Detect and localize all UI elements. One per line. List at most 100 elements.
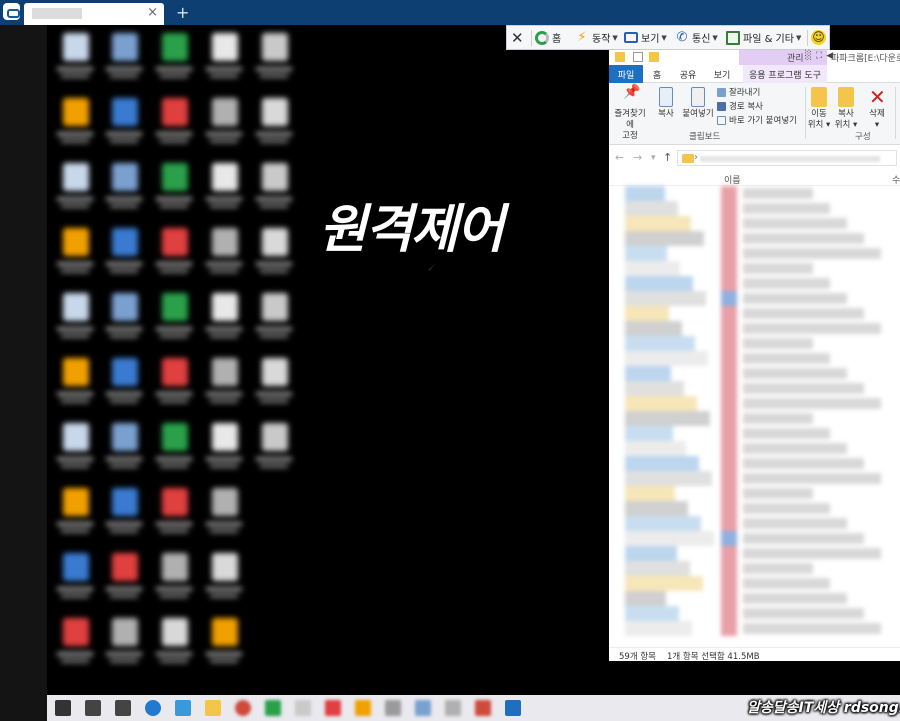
nav-item-blurred[interactable]: [625, 501, 688, 516]
nav-item-blurred[interactable]: [625, 336, 695, 351]
paste-shortcut-button[interactable]: 바로 가기 붙여넣기: [717, 114, 797, 126]
file-row-blurred[interactable]: [743, 203, 830, 214]
column-header-size[interactable]: 수: [892, 173, 900, 186]
toolbar-view-button[interactable]: 보기 ▼: [624, 26, 667, 49]
file-row-blurred[interactable]: [743, 353, 830, 364]
file-row-blurred[interactable]: [743, 473, 881, 484]
nav-item-blurred[interactable]: [625, 426, 673, 441]
desktop-icon[interactable]: [104, 356, 144, 408]
desktop-icon[interactable]: [154, 226, 194, 278]
file-row-blurred[interactable]: [743, 338, 813, 349]
nav-item-blurred[interactable]: [625, 591, 666, 606]
file-row-blurred[interactable]: [743, 218, 847, 229]
up-arrow-icon[interactable]: ↑: [663, 151, 672, 164]
app-icon[interactable]: [355, 700, 371, 716]
column-header-name[interactable]: 이름: [724, 173, 741, 186]
app-icon[interactable]: [415, 700, 431, 716]
toolbar-files-button[interactable]: 파일 & 기타 ▼: [726, 26, 801, 49]
nav-item-blurred[interactable]: [625, 576, 703, 591]
desktop-icon[interactable]: [104, 226, 144, 278]
file-row-blurred[interactable]: [743, 428, 830, 439]
folder-icon[interactable]: [615, 52, 625, 62]
paste-button[interactable]: 붙여넣기: [681, 87, 715, 120]
nav-item-blurred[interactable]: [625, 351, 708, 366]
app-icon[interactable]: [265, 700, 281, 716]
desktop-icon[interactable]: [55, 486, 95, 538]
toolbar-home-button[interactable]: 홈: [535, 26, 561, 49]
desktop-icon[interactable]: [55, 161, 95, 213]
close-session-button[interactable]: ✕: [511, 26, 524, 49]
move-to-button[interactable]: 이동 위치 ▾: [807, 87, 831, 131]
desktop-icon[interactable]: [104, 96, 144, 148]
nav-item-blurred[interactable]: [625, 381, 684, 396]
close-icon[interactable]: ×: [147, 5, 158, 20]
desktop-icon[interactable]: [204, 421, 244, 473]
desktop-icon[interactable]: [254, 96, 294, 148]
file-row-blurred[interactable]: [743, 278, 830, 289]
nav-item-blurred[interactable]: [625, 366, 671, 381]
nav-item-blurred[interactable]: [625, 411, 710, 426]
desktop-icon[interactable]: [254, 161, 294, 213]
desktop-icon[interactable]: [254, 421, 294, 473]
desktop-icon[interactable]: [254, 226, 294, 278]
desktop-icon[interactable]: [204, 291, 244, 343]
desktop-icon[interactable]: [55, 31, 95, 83]
desktop-icon[interactable]: [154, 31, 194, 83]
file-row-blurred[interactable]: [743, 248, 881, 259]
desktop-icon[interactable]: [204, 96, 244, 148]
nav-item-blurred[interactable]: [625, 531, 714, 546]
edge-icon[interactable]: [145, 700, 161, 716]
teamviewer-icon[interactable]: [505, 700, 521, 716]
desktop-icon[interactable]: [104, 486, 144, 538]
copy-button[interactable]: 복사: [655, 87, 677, 120]
address-bar[interactable]: ›: [677, 150, 897, 166]
delete-button[interactable]: ✕ 삭제 ▾: [865, 87, 889, 131]
nav-item-blurred[interactable]: [625, 186, 665, 201]
task-view-icon[interactable]: [115, 700, 131, 716]
recent-chevron-icon[interactable]: ▾: [651, 153, 656, 163]
nav-item-blurred[interactable]: [625, 516, 701, 531]
desktop-icon[interactable]: [254, 291, 294, 343]
file-row-blurred[interactable]: [743, 458, 864, 469]
desktop-icon[interactable]: [104, 551, 144, 603]
ie-icon[interactable]: [175, 700, 191, 716]
feedback-button[interactable]: ☺: [811, 26, 826, 49]
copy-to-button[interactable]: 복사 위치 ▾: [834, 87, 858, 131]
desktop-icon[interactable]: [204, 551, 244, 603]
file-row-blurred[interactable]: [743, 308, 864, 319]
nav-item-blurred[interactable]: [625, 486, 675, 501]
file-row-blurred[interactable]: [743, 188, 813, 199]
tab-file[interactable]: 파일: [609, 65, 643, 83]
file-row-blurred[interactable]: [743, 263, 813, 274]
nav-item-blurred[interactable]: [625, 606, 679, 621]
nav-item-blurred[interactable]: [625, 561, 690, 576]
desktop-icon[interactable]: [55, 616, 95, 668]
file-row-blurred[interactable]: [743, 233, 864, 244]
desktop-icon[interactable]: [104, 421, 144, 473]
desktop-icon[interactable]: [204, 356, 244, 408]
tab-view[interactable]: 보기: [707, 65, 737, 83]
desktop-icon[interactable]: [204, 226, 244, 278]
desktop-icon[interactable]: [154, 551, 194, 603]
desktop-icon[interactable]: [55, 96, 95, 148]
tab-home[interactable]: 홈: [645, 65, 669, 83]
desktop-icon[interactable]: [154, 291, 194, 343]
file-row-blurred[interactable]: [743, 608, 864, 619]
desktop-icon[interactable]: [204, 31, 244, 83]
desktop-icon[interactable]: [55, 551, 95, 603]
nav-item-blurred[interactable]: [625, 456, 699, 471]
desktop-icon[interactable]: [104, 31, 144, 83]
tab-share[interactable]: 공유: [673, 65, 703, 83]
new-tab-button[interactable]: +: [176, 3, 189, 22]
app-icon[interactable]: [325, 700, 341, 716]
desktop-icon[interactable]: [154, 616, 194, 668]
app-icon[interactable]: [445, 700, 461, 716]
file-row-blurred[interactable]: [743, 533, 864, 544]
chrome-icon[interactable]: [235, 700, 251, 716]
nav-item-blurred[interactable]: [625, 231, 704, 246]
nav-item-blurred[interactable]: [625, 321, 682, 336]
desktop-icon[interactable]: [55, 356, 95, 408]
nav-item-blurred[interactable]: [625, 246, 667, 261]
desktop-icon[interactable]: [104, 616, 144, 668]
nav-item-blurred[interactable]: [625, 441, 686, 456]
